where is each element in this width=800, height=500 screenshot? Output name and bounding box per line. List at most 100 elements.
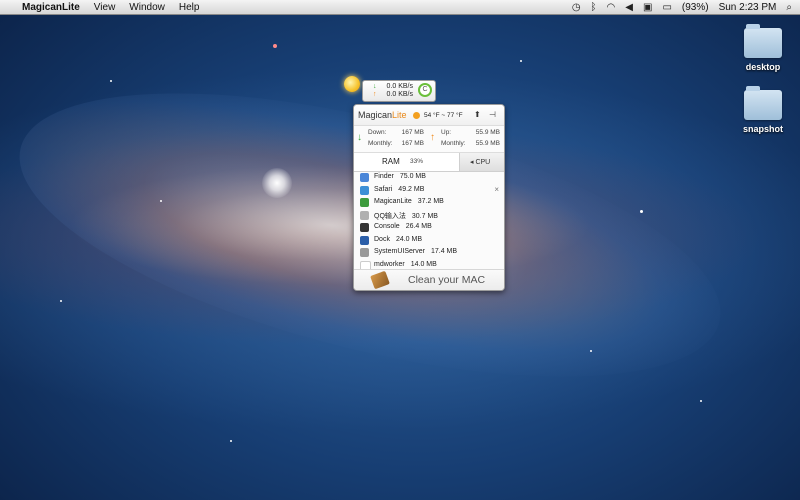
bluetooth-icon[interactable]: ᛒ xyxy=(591,2,597,13)
process-memory: 75.0 MB xyxy=(399,173,426,180)
monthly-down-label: Monthly: xyxy=(368,140,393,147)
menu-view[interactable]: View xyxy=(94,2,116,13)
tab-cpu[interactable]: ◂ CPU xyxy=(460,153,504,171)
user-icon[interactable]: ⬆ xyxy=(474,110,481,119)
process-row[interactable]: Dock 24.0 MB xyxy=(354,234,504,247)
process-list: Finder 75.0 MB Safari 49.2 MB MagicanLite 37.… xyxy=(354,171,504,272)
tab-ram-label: RAM xyxy=(382,157,400,166)
monthly-up-label: Monthly: xyxy=(441,140,466,147)
process-row[interactable]: Console 26.4 MB xyxy=(354,221,504,234)
download-speed-row: ↓ 0.0 KB/s xyxy=(373,83,413,90)
clean-mac-label: Clean your MAC xyxy=(408,274,486,286)
star xyxy=(520,60,522,62)
process-memory: 37.2 MB xyxy=(417,198,444,205)
magican-logo-icon[interactable]: C xyxy=(418,83,432,97)
down-label: Down: xyxy=(368,129,387,136)
process-row[interactable]: QQ输入法 30.7 MB xyxy=(354,209,504,222)
process-text: QQ输入法 30.7 MB xyxy=(374,211,438,221)
tab-ram[interactable]: RAM 33% xyxy=(354,153,460,171)
download-speed: 0.0 KB/s xyxy=(386,83,413,90)
process-icon xyxy=(360,223,369,232)
traffic-stats: ↓ Down: 167 MB Monthly: 167 MB ↑ Up: 55.… xyxy=(354,126,504,153)
input-menu-icon[interactable]: ▣ xyxy=(643,2,652,13)
clean-mac-button[interactable]: Clean your MAC xyxy=(354,269,504,290)
process-name: SystemUIServer xyxy=(374,248,425,255)
process-name: Dock xyxy=(374,235,390,243)
star xyxy=(60,300,62,302)
menu-help[interactable]: Help xyxy=(179,2,200,13)
star xyxy=(160,200,162,202)
menu-app-name[interactable]: MagicanLite xyxy=(22,2,80,13)
pin-icon[interactable]: ⊣ xyxy=(489,110,496,119)
process-name: Console xyxy=(374,223,400,230)
process-memory: 17.4 MB xyxy=(430,248,458,255)
star xyxy=(700,400,702,402)
desktop-item-label: desktop xyxy=(745,62,781,72)
network-speed-widget[interactable]: ↓ 0.0 KB/s ↑ 0.0 KB/s C xyxy=(362,80,436,102)
menu-clock[interactable]: Sun 2:23 PM xyxy=(719,2,777,13)
process-name: MagicanLite xyxy=(374,198,412,205)
process-memory: 14.0 MB xyxy=(410,260,437,268)
process-memory: 30.7 MB xyxy=(411,212,438,220)
process-name: QQ输入法 xyxy=(374,212,406,220)
battery-percent: (93%) xyxy=(681,1,709,13)
broom-icon xyxy=(370,270,390,290)
up-label: Up: xyxy=(441,129,452,136)
star xyxy=(230,440,232,442)
process-text: SystemUIServer 17.4 MB xyxy=(374,248,457,255)
download-arrow-icon: ↓ xyxy=(357,132,362,143)
brand-accent: Lite xyxy=(392,110,407,120)
weather-sun-icon[interactable] xyxy=(344,76,360,92)
galaxy-core-glow xyxy=(262,168,292,198)
star xyxy=(110,80,112,82)
process-icon xyxy=(360,185,369,195)
close-icon[interactable]: × xyxy=(494,185,499,194)
down-value: 167 MB xyxy=(401,129,424,136)
upload-arrow-icon: ↑ xyxy=(373,91,377,98)
process-icon xyxy=(360,235,369,245)
desktop-item-label: snapshot xyxy=(742,124,783,134)
time-machine-icon[interactable]: ◷ xyxy=(572,2,581,13)
brand-main: Magican xyxy=(358,110,393,120)
tab-cpu-label: ◂ CPU xyxy=(470,159,491,166)
process-icon xyxy=(360,248,369,257)
process-name: Finder xyxy=(374,173,394,180)
menu-window[interactable]: Window xyxy=(129,2,165,13)
process-row[interactable]: MagicanLite 37.2 MB xyxy=(354,196,504,209)
spotlight-icon[interactable]: ⌕ xyxy=(786,2,792,13)
process-text: MagicanLite 37.2 MB xyxy=(374,198,444,205)
process-text: Console 26.4 MB xyxy=(374,223,432,230)
desktop-folder-snapshot[interactable]: snapshot xyxy=(733,86,793,134)
magican-panel: MagicanLite 54 °F ~ 77 °F ⬆ ⊣ ↓ Down: 16… xyxy=(353,104,505,291)
process-text: Finder 75.0 MB xyxy=(374,173,426,180)
star xyxy=(640,210,643,213)
folder-icon xyxy=(744,86,782,120)
wifi-icon[interactable]: ◠ xyxy=(607,2,616,13)
upload-speed-row: ↑ 0.0 KB/s xyxy=(373,91,413,98)
process-icon xyxy=(360,173,369,182)
process-row[interactable]: Finder 75.0 MB xyxy=(354,171,504,184)
star xyxy=(273,44,277,48)
monthly-down-value: 167 MB xyxy=(401,140,424,147)
up-value: 55.9 MB xyxy=(475,129,500,136)
menu-extras: ◷ ᛒ ◠ ◀ ▣ ▭ (93%) Sun 2:23 PM ⌕ xyxy=(572,0,792,14)
volume-icon[interactable]: ◀ xyxy=(625,2,633,13)
upload-speed: 0.0 KB/s xyxy=(386,91,413,98)
panel-brand: MagicanLite xyxy=(358,110,407,120)
download-arrow-icon: ↓ xyxy=(373,83,377,90)
weather-sun-icon xyxy=(413,112,420,119)
panel-tabs: RAM 33% ◂ CPU xyxy=(354,153,504,172)
menu-bar: MagicanLite View Window Help ◷ ᛒ ◠ ◀ ▣ ▭… xyxy=(0,0,800,15)
process-text: Safari 49.2 MB xyxy=(374,186,424,193)
star xyxy=(590,350,592,352)
process-memory: 24.0 MB xyxy=(395,235,423,243)
process-row[interactable]: SystemUIServer 17.4 MB xyxy=(354,246,504,259)
process-name: mdworker xyxy=(374,260,405,268)
process-row[interactable]: Safari 49.2 MB xyxy=(354,184,504,197)
process-text: Dock 24.0 MB xyxy=(374,236,422,243)
upload-arrow-icon: ↑ xyxy=(430,132,435,143)
desktop-folder-desktop[interactable]: desktop xyxy=(733,24,793,72)
panel-header: MagicanLite 54 °F ~ 77 °F ⬆ ⊣ xyxy=(354,105,504,126)
battery-icon[interactable]: ▭ xyxy=(662,2,671,13)
ram-usage-percent: 33% xyxy=(410,158,424,165)
